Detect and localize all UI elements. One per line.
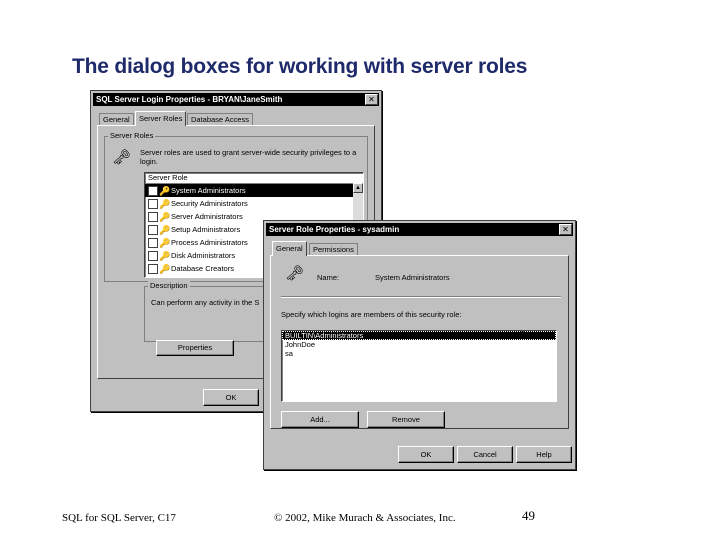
role-name-label: Name: <box>317 273 340 282</box>
role-dialog-titlebar: Server Role Properties - sysadmin <box>266 223 573 236</box>
role-members-instructions: Specify which logins are members of this… <box>281 310 462 319</box>
list-header: Server Role <box>145 173 363 184</box>
role-checkbox[interactable] <box>148 212 158 222</box>
tab-general[interactable]: General <box>272 241 307 256</box>
properties-button[interactable]: Properties <box>156 340 234 356</box>
role-tab-panel: 🗝 Name: System Administrators Specify wh… <box>270 255 569 429</box>
scroll-up-icon[interactable]: ▲ <box>353 183 363 193</box>
member-row-johndoe[interactable]: JohnDoe <box>282 340 556 349</box>
separator <box>281 296 561 298</box>
key-icon: 🔑 <box>159 264 171 274</box>
role-ok-button[interactable]: OK <box>398 446 454 463</box>
server-roles-group-label: Server Roles <box>108 131 156 140</box>
server-role-properties-dialog: Server Role Properties - sysadmin ✕ Gene… <box>263 220 576 470</box>
close-icon[interactable]: ✕ <box>365 94 378 105</box>
role-member-list: BUILTIN\Administrators JohnDoe sa <box>281 330 557 402</box>
slide-title: The dialog boxes for working with server… <box>72 55 528 78</box>
description-group-label: Description <box>148 281 190 290</box>
role-checkbox[interactable] <box>148 238 158 248</box>
add-button[interactable]: Add... <box>281 411 359 428</box>
role-dialog-title: Server Role Properties - sysadmin <box>269 225 400 234</box>
footer-course: SQL for SQL Server, C17 <box>62 512 176 524</box>
member-row-builtin-administrators[interactable]: BUILTIN\Administrators <box>282 331 556 340</box>
remove-button[interactable]: Remove <box>367 411 445 428</box>
role-row-security-administrators[interactable]: 🔑 Security Administrators <box>145 197 363 210</box>
login-dialog-titlebar: SQL Server Login Properties - BRYAN\Jane… <box>93 93 379 106</box>
role-checkbox[interactable] <box>148 251 158 261</box>
server-roles-description: Server roles are used to grant server-wi… <box>140 148 357 166</box>
role-checkbox[interactable] <box>148 186 158 196</box>
member-row-sa[interactable]: sa <box>282 349 556 358</box>
server-role-icon: 🗝 <box>112 149 132 166</box>
arrow-cursor-icon: ➚ <box>517 329 526 340</box>
role-row-system-administrators[interactable]: 🔑 System Administrators <box>145 184 363 197</box>
login-ok-button[interactable]: OK <box>203 389 259 406</box>
role-checkbox[interactable] <box>148 225 158 235</box>
server-role-icon: 🗝 <box>285 265 305 282</box>
footer-copyright: © 2002, Mike Murach & Associates, Inc. <box>274 512 456 524</box>
role-help-button[interactable]: Help <box>516 446 572 463</box>
login-dialog-title: SQL Server Login Properties - BRYAN\Jane… <box>96 95 283 104</box>
page-number: 49 <box>522 508 535 523</box>
role-checkbox[interactable] <box>148 264 158 274</box>
close-icon[interactable]: ✕ <box>559 224 572 235</box>
role-cancel-button[interactable]: Cancel <box>457 446 513 463</box>
role-checkbox[interactable] <box>148 199 158 209</box>
tab-server-roles[interactable]: Server Roles <box>135 111 187 126</box>
role-name-value: System Administrators <box>375 273 450 282</box>
